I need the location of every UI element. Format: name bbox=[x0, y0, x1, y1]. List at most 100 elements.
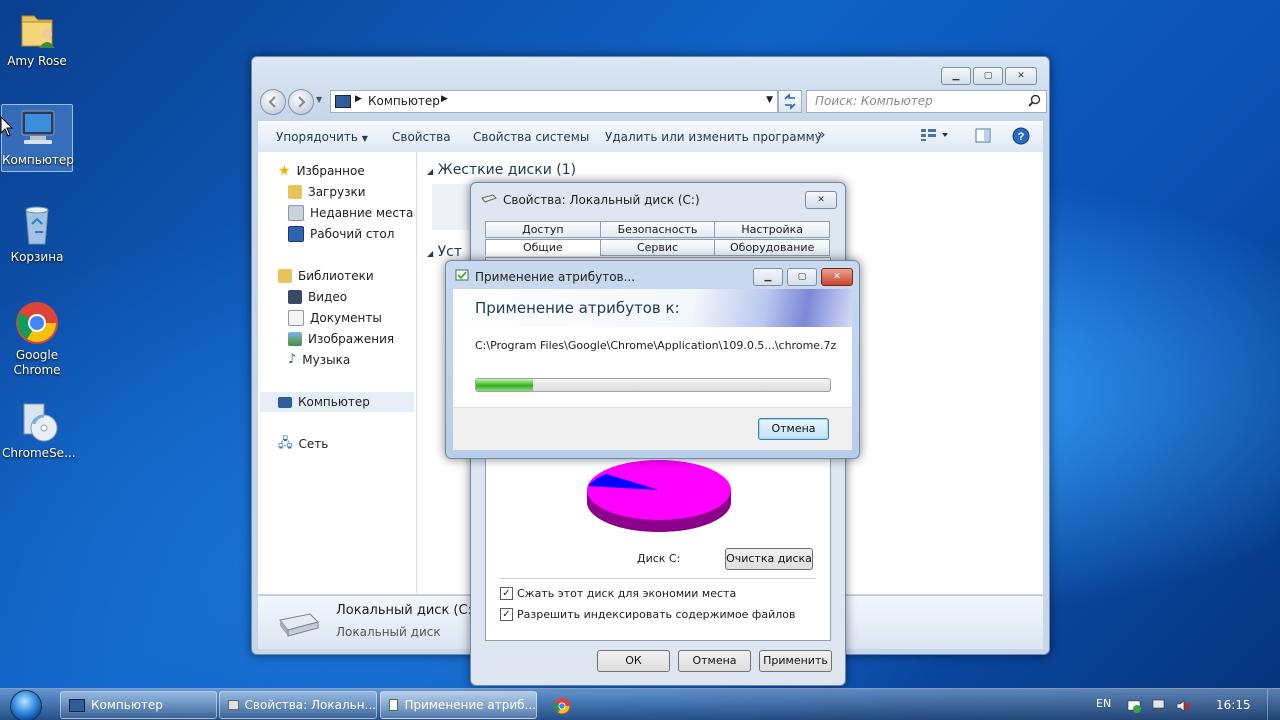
close-button[interactable]: ✕ bbox=[821, 268, 853, 286]
command-bar: Упорядочить ▼ Свойства Свойства системы … bbox=[258, 121, 1043, 153]
pictures-library-icon bbox=[288, 332, 302, 346]
taskbar-item-apply-attributes[interactable]: Применение атриб... bbox=[380, 691, 537, 719]
nav-network[interactable]: 🖧 Сеть bbox=[278, 435, 328, 453]
drive-icon bbox=[228, 700, 239, 710]
apply-progress-panel: C:\Program Files\Google\Chrome\Applicati… bbox=[453, 327, 852, 407]
change-view-icon[interactable] bbox=[920, 128, 950, 145]
nav-desktop[interactable]: Рабочий стол bbox=[288, 225, 394, 243]
organize-button[interactable]: Упорядочить ▼ bbox=[276, 130, 368, 144]
action-center-icon[interactable] bbox=[1126, 698, 1142, 717]
forward-button[interactable] bbox=[288, 89, 314, 115]
ok-button[interactable]: ОК bbox=[597, 650, 670, 672]
breadcrumb-computer[interactable]: Компьютер bbox=[368, 94, 440, 108]
tab-customize[interactable]: Настройка bbox=[714, 221, 831, 238]
computer-icon bbox=[69, 698, 85, 712]
dialog-title-row: Применение атрибутов... bbox=[455, 269, 635, 284]
taskbar-chrome-icon[interactable] bbox=[553, 697, 571, 718]
start-button[interactable] bbox=[5, 689, 47, 720]
windows-logo-icon bbox=[10, 690, 42, 720]
dialog-footer: Отмена bbox=[453, 407, 852, 450]
group-devices[interactable]: ◢ Уст bbox=[427, 244, 462, 260]
nav-libraries[interactable]: Библиотеки bbox=[278, 267, 374, 285]
nav-recent-places[interactable]: Недавние места bbox=[288, 204, 413, 222]
recycle-bin-icon bbox=[14, 202, 60, 248]
close-button[interactable]: ✕ bbox=[1005, 67, 1037, 85]
properties-button[interactable]: Свойства bbox=[392, 130, 451, 144]
network-tray-icon[interactable] bbox=[1151, 698, 1167, 717]
language-indicator[interactable]: EN bbox=[1096, 697, 1111, 710]
dropdown-arrow-icon: ▼ bbox=[361, 134, 368, 143]
more-commands-button[interactable]: » bbox=[817, 127, 826, 143]
maximize-button[interactable]: ▢ bbox=[787, 268, 817, 286]
desktop-icon-google-chrome[interactable]: Google Chrome bbox=[2, 300, 72, 378]
minimize-button[interactable]: ▁ bbox=[753, 268, 783, 286]
search-input[interactable]: Поиск: Компьютер bbox=[806, 90, 1047, 113]
tab-tools[interactable]: Сервис bbox=[599, 239, 716, 256]
divider bbox=[500, 578, 816, 579]
taskbar-item-properties[interactable]: Свойства: Локальн... bbox=[219, 691, 377, 719]
nav-pictures[interactable]: Изображения bbox=[288, 330, 394, 348]
show-desktop-button[interactable] bbox=[1267, 689, 1280, 720]
tab-general[interactable]: Общие bbox=[485, 239, 601, 256]
index-files-checkbox[interactable]: ✓ Разрешить индексировать содержимое файл… bbox=[500, 608, 795, 621]
libraries-icon bbox=[278, 269, 292, 283]
close-button[interactable]: ✕ bbox=[805, 191, 837, 209]
user-folder-icon bbox=[14, 6, 60, 52]
nav-music[interactable]: ♪ Музыка bbox=[288, 351, 350, 369]
search-icon[interactable] bbox=[1028, 94, 1041, 110]
nav-video[interactable]: Видео bbox=[288, 288, 347, 306]
uninstall-program-button[interactable]: Удалить или изменить программу bbox=[605, 130, 822, 144]
apply-attributes-icon bbox=[455, 269, 469, 284]
clock[interactable]: 16:15 bbox=[1216, 698, 1251, 712]
tab-access[interactable]: Доступ bbox=[485, 221, 601, 238]
recent-pages-icon[interactable]: ▼ bbox=[316, 95, 322, 104]
preview-pane-icon[interactable] bbox=[975, 128, 991, 147]
svg-text:?: ? bbox=[1018, 131, 1025, 143]
computer-icon bbox=[14, 105, 60, 151]
navigation-pane: ★ Избранное Загрузки Недавние места Рабоч… bbox=[258, 152, 417, 594]
disk-label: Диск C: bbox=[637, 552, 681, 565]
breadcrumb-chevron-icon: ▶ bbox=[355, 94, 362, 104]
help-icon[interactable]: ? bbox=[1012, 127, 1030, 148]
cancel-button[interactable]: Отмена bbox=[678, 650, 751, 672]
volume-muted-icon[interactable] bbox=[1175, 698, 1191, 717]
tab-security[interactable]: Безопасность bbox=[599, 221, 716, 238]
dialog-heading: Применение атрибутов к: bbox=[475, 299, 680, 317]
address-dropdown-icon[interactable]: ▼ bbox=[766, 95, 773, 105]
star-icon: ★ bbox=[278, 163, 291, 179]
desktop-icon-chrome-setup[interactable]: ChromeSe... bbox=[2, 398, 76, 461]
apply-attributes-dialog[interactable]: Применение атрибутов... ▁ ▢ ✕ Применение… bbox=[445, 260, 860, 459]
documents-library-icon bbox=[288, 310, 304, 326]
computer-icon bbox=[278, 396, 292, 408]
desktop-icon-label: Корзина bbox=[10, 250, 64, 264]
minimize-button[interactable]: ▁ bbox=[941, 67, 971, 85]
cancel-button[interactable]: Отмена bbox=[758, 418, 829, 440]
dialog-title: Свойства: Локальный диск (C:) bbox=[503, 193, 700, 207]
desktop-folder-icon bbox=[288, 226, 304, 242]
desktop-icon-label: Компьютер bbox=[2, 153, 74, 167]
compress-drive-checkbox[interactable]: ✓ Сжать этот диск для экономии места bbox=[500, 587, 736, 600]
nav-computer[interactable]: Компьютер bbox=[260, 392, 414, 412]
computer-icon bbox=[335, 95, 351, 108]
breadcrumb-chevron-icon[interactable]: ▶ bbox=[441, 94, 448, 104]
local-disk-item-icon[interactable] bbox=[432, 184, 472, 230]
checkbox-checked-icon: ✓ bbox=[500, 608, 513, 621]
apply-button[interactable]: Применить bbox=[759, 650, 832, 672]
refresh-button[interactable] bbox=[778, 90, 802, 113]
nav-favorites[interactable]: ★ Избранное bbox=[278, 162, 365, 180]
apply-attributes-icon bbox=[389, 699, 399, 711]
tab-hardware[interactable]: Оборудование bbox=[714, 239, 831, 256]
disk-cleanup-button[interactable]: Очистка диска bbox=[725, 548, 813, 570]
system-properties-button[interactable]: Свойства системы bbox=[473, 130, 589, 144]
group-hard-drives[interactable]: ◢ Жесткие диски (1) bbox=[427, 162, 576, 178]
maximize-button[interactable]: ▢ bbox=[973, 67, 1003, 85]
back-button[interactable] bbox=[260, 89, 286, 115]
desktop-icon-recycle-bin[interactable]: Корзина bbox=[2, 202, 72, 265]
nav-downloads[interactable]: Загрузки bbox=[288, 183, 366, 201]
nav-documents[interactable]: Документы bbox=[288, 309, 382, 327]
taskbar-item-computer[interactable]: Компьютер bbox=[60, 691, 217, 719]
desktop-icon-amy-rose[interactable]: Amy Rose bbox=[2, 6, 72, 69]
address-bar[interactable]: ▶ Компьютер ▶ ▼ bbox=[330, 90, 778, 113]
setup-disc-icon bbox=[14, 398, 60, 444]
music-library-icon: ♪ bbox=[288, 352, 297, 367]
